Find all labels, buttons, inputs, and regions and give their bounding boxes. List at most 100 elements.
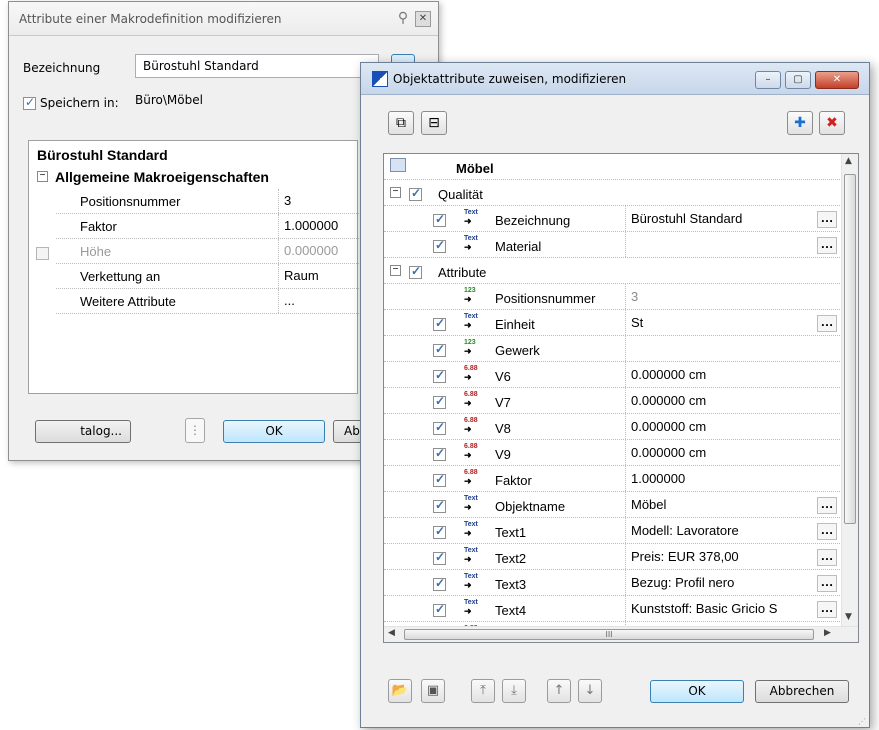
save-icon[interactable]: ▣ xyxy=(421,679,445,703)
hoehe-checkbox[interactable] xyxy=(36,245,49,261)
close-button[interactable]: ✕ xyxy=(815,71,859,89)
attribute-checkbox[interactable] xyxy=(433,446,446,462)
property-value[interactable]: 0.000000 xyxy=(284,243,338,258)
browse-button[interactable]: … xyxy=(817,315,837,332)
collapse-icon[interactable]: − xyxy=(390,187,401,198)
attribute-row[interactable]: 6.88➜ V6 0.000000 cm xyxy=(384,362,842,388)
attribute-value[interactable]: Kunststoff: Basic Gricio S xyxy=(631,601,811,616)
attribute-checkbox[interactable] xyxy=(433,472,446,488)
group-row-attribute[interactable]: − Attribute xyxy=(384,258,842,284)
attribute-value[interactable]: 3 xyxy=(631,289,811,304)
scroll-up-icon[interactable]: ▲ xyxy=(845,156,852,166)
open-folder-icon[interactable]: 📂 xyxy=(388,679,412,703)
property-value[interactable]: 3 xyxy=(284,193,291,208)
attribute-row[interactable]: Text➜ObjektnameMöbel… xyxy=(384,492,842,518)
maximize-button[interactable]: ▢ xyxy=(785,71,811,89)
move-down-icon[interactable]: ↓ xyxy=(578,679,602,703)
browse-button[interactable]: … xyxy=(817,549,837,566)
copy-attributes-icon[interactable]: ⧉ xyxy=(388,111,414,135)
property-row[interactable]: Verkettung an Raum xyxy=(56,264,359,289)
attribute-value[interactable]: 0.000000 cm xyxy=(631,367,811,382)
attribute-row[interactable]: Text➜BezeichnungBürostuhl Standard… xyxy=(384,206,842,232)
attribute-row[interactable]: Text➜EinheitSt… xyxy=(384,310,842,336)
bezeichnung-input[interactable]: Bürostuhl Standard xyxy=(135,54,379,78)
attribute-value[interactable]: Möbel xyxy=(631,497,811,512)
help-icon[interactable]: ⚲ xyxy=(395,11,411,27)
attribute-value[interactable]: St xyxy=(631,315,811,330)
attribute-row[interactable]: Text➜Material… xyxy=(384,232,842,258)
property-value[interactable]: ... xyxy=(284,293,295,308)
add-attribute-icon[interactable]: ✚ xyxy=(787,111,813,135)
browse-button[interactable]: … xyxy=(817,523,837,540)
attribute-value[interactable]: 0.000000 cm xyxy=(631,445,811,460)
attribute-row[interactable]: 123➜ Gewerk xyxy=(384,336,842,362)
attribute-checkbox[interactable] xyxy=(433,394,446,410)
attribute-value[interactable]: Bezug: Profil nero xyxy=(631,575,811,590)
browse-button[interactable]: … xyxy=(817,497,837,514)
browse-button[interactable]: … xyxy=(817,601,837,618)
attribute-checkbox[interactable] xyxy=(433,524,446,540)
ok-button[interactable]: OK xyxy=(223,420,325,443)
scroll-right-icon[interactable]: ▶ xyxy=(824,628,831,638)
attribute-value[interactable]: 0.000000 cm xyxy=(631,419,811,434)
horizontal-scrollbar[interactable]: ◀ III ▶ xyxy=(384,626,858,642)
attribute-checkbox[interactable] xyxy=(433,576,446,592)
attribute-row[interactable]: 6.88➜ V9 0.000000 cm xyxy=(384,440,842,466)
attribute-row[interactable]: 6.88➜ V8 0.000000 cm xyxy=(384,414,842,440)
property-row[interactable]: Positionsnummer 3 xyxy=(56,189,359,214)
property-value[interactable]: Raum xyxy=(284,268,319,283)
move-top-icon[interactable]: ⤒ xyxy=(471,679,495,703)
resize-grip-icon[interactable]: ⋰ xyxy=(858,717,866,726)
browse-button[interactable]: … xyxy=(817,211,837,228)
scroll-left-icon[interactable]: ◀ xyxy=(388,628,395,638)
property-row[interactable]: Höhe 0.000000 xyxy=(36,239,359,264)
move-up-icon[interactable]: ↑ xyxy=(547,679,571,703)
attribute-row[interactable]: Text➜Text2Preis: EUR 378,00… xyxy=(384,544,842,570)
attribute-row[interactable]: Text➜Text4Kunststoff: Basic Gricio S… xyxy=(384,596,842,622)
property-row[interactable]: Weitere Attribute... xyxy=(56,289,359,314)
katalog-button[interactable]: talog... xyxy=(35,420,131,443)
more-options-icon[interactable]: ⋮ xyxy=(185,418,205,443)
attribute-checkbox[interactable] xyxy=(433,212,446,228)
cancel-button[interactable]: Abbrechen xyxy=(755,680,849,703)
group-row[interactable]: − Allgemeine Makroeigenschaften xyxy=(29,165,359,189)
attribute-checkbox[interactable] xyxy=(433,368,446,384)
browse-button[interactable]: … xyxy=(817,575,837,592)
group-row-qualitaet[interactable]: − Qualität xyxy=(384,180,842,206)
attribute-value[interactable]: 0.000000 cm xyxy=(631,393,811,408)
paste-attributes-icon[interactable]: ⊟ xyxy=(421,111,447,135)
attribute-row[interactable]: Text➜Text3Bezug: Profil nero… xyxy=(384,570,842,596)
attribute-checkbox[interactable] xyxy=(433,342,446,358)
property-value[interactable]: 1.000000 xyxy=(284,218,338,233)
scroll-down-icon[interactable]: ▼ xyxy=(845,612,852,622)
attribute-row[interactable]: 6.88➜ V7 0.000000 cm xyxy=(384,388,842,414)
attribute-row[interactable]: 6.88➜ Faktor 1.000000 xyxy=(384,466,842,492)
group-checkbox[interactable] xyxy=(409,264,422,280)
attribute-row[interactable]: 123 ➜ Positionsnummer 3 xyxy=(384,284,842,310)
attribute-value[interactable]: Modell: Lavoratore xyxy=(631,523,811,538)
move-bottom-icon[interactable]: ⤓ xyxy=(502,679,526,703)
attribute-checkbox[interactable] xyxy=(433,602,446,618)
vertical-scrollbar[interactable]: ▲ ▼ xyxy=(841,154,858,628)
property-row[interactable]: Faktor 1.000000 xyxy=(56,214,359,239)
scroll-thumb[interactable]: III xyxy=(404,629,814,640)
attribute-value[interactable]: Bürostuhl Standard xyxy=(631,211,811,226)
delete-attribute-icon[interactable]: ✖ xyxy=(819,111,845,135)
minimize-button[interactable]: – xyxy=(755,71,781,89)
attribute-row[interactable]: Text➜Text1Modell: Lavoratore… xyxy=(384,518,842,544)
ok-button[interactable]: OK xyxy=(650,680,744,703)
browse-button[interactable]: … xyxy=(817,237,837,254)
attribute-value[interactable]: 1.000000 xyxy=(631,471,811,486)
close-button[interactable]: ✕ xyxy=(415,11,431,27)
root-row[interactable]: Möbel xyxy=(384,154,842,180)
attribute-value[interactable]: Preis: EUR 378,00 xyxy=(631,549,811,564)
attribute-checkbox[interactable] xyxy=(433,498,446,514)
attribute-checkbox[interactable] xyxy=(433,316,446,332)
attribute-checkbox[interactable] xyxy=(433,420,446,436)
group-checkbox[interactable] xyxy=(409,186,422,202)
attribute-checkbox[interactable] xyxy=(433,550,446,566)
scroll-thumb[interactable] xyxy=(844,174,856,524)
attribute-checkbox[interactable] xyxy=(433,238,446,254)
collapse-icon[interactable]: − xyxy=(37,171,48,182)
speichern-checkbox[interactable] xyxy=(23,95,36,110)
